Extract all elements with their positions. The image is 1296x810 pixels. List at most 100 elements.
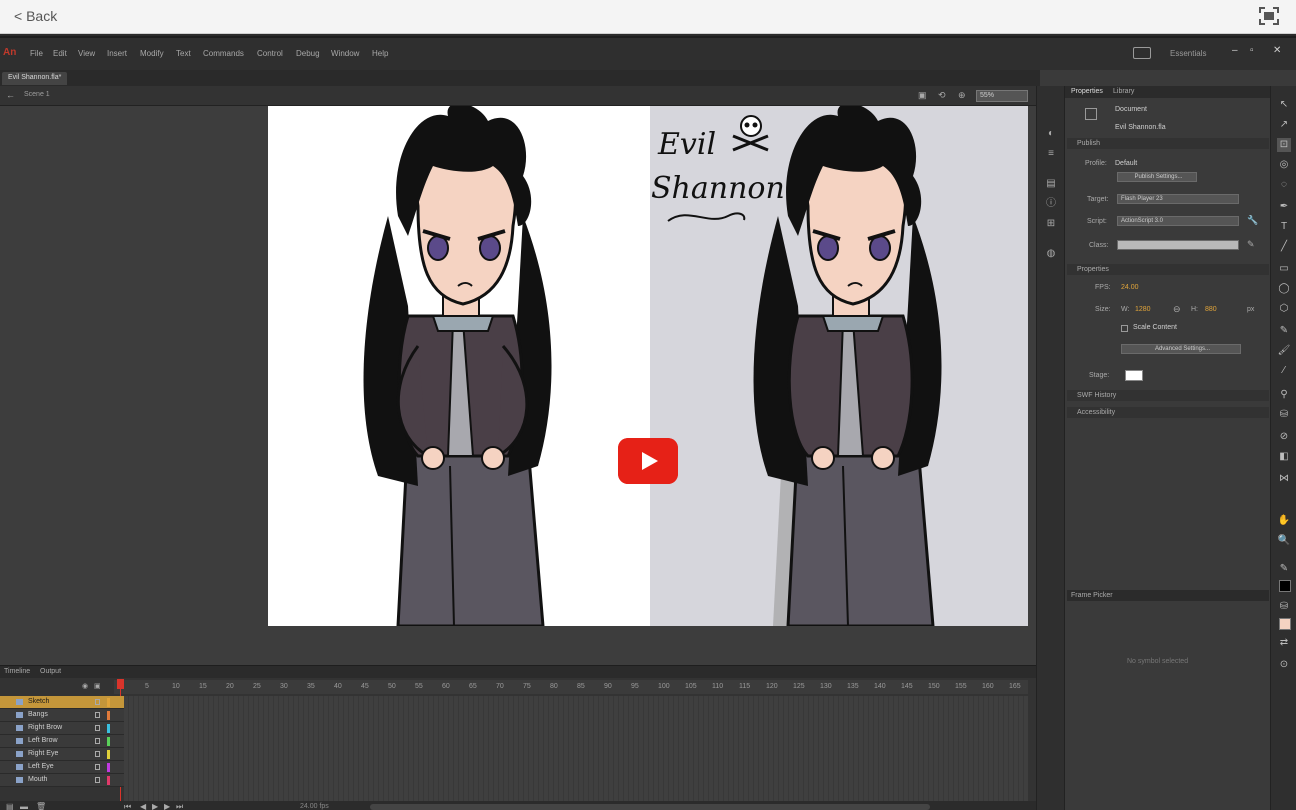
menu-modify[interactable]: Modify (140, 49, 164, 58)
back-arrow-icon[interactable]: ← (6, 90, 15, 100)
snap-to-objects-icon[interactable]: ⊙ (1277, 658, 1291, 672)
pencil-icon[interactable]: ✎ (1247, 239, 1255, 250)
oval-tool-icon[interactable]: ◯ (1277, 282, 1291, 296)
bone-tool-icon[interactable]: ⚲ (1277, 388, 1291, 402)
properties-section[interactable]: Properties (1067, 264, 1269, 275)
layer-lock-icon[interactable] (95, 699, 100, 705)
stage-canvas[interactable]: Evil Shannon (268, 106, 1028, 626)
layer-row[interactable]: Right Brow (0, 722, 124, 735)
frame-ruler[interactable]: 1510152025303540455055606570758085909510… (114, 680, 1028, 694)
tab-output[interactable]: Output (40, 668, 61, 675)
close-icon[interactable]: ✕ (1273, 45, 1281, 56)
layer-row[interactable]: Bangs (0, 709, 124, 722)
menu-control[interactable]: Control (257, 49, 283, 58)
layer-outline-color[interactable] (107, 776, 110, 785)
fill-color-swatch[interactable] (1279, 618, 1291, 630)
layer-lock-icon[interactable] (95, 751, 100, 757)
menu-window[interactable]: Window (331, 49, 359, 58)
new-layer-icon[interactable]: ▤ (6, 802, 14, 810)
layer-lock-icon[interactable] (95, 712, 100, 718)
layer-lock-icon[interactable] (95, 764, 100, 770)
center-stage-icon[interactable]: ⊕ (958, 90, 966, 101)
align-panel-icon[interactable]: ≡ (1045, 148, 1057, 160)
workspace-layout-icon[interactable] (1133, 47, 1151, 59)
prev-frame-icon[interactable]: ◀ (140, 802, 146, 810)
selection-tool-icon[interactable]: ↖ (1277, 98, 1291, 112)
line-tool-icon[interactable]: ╱ (1277, 240, 1291, 254)
play-icon[interactable]: ▶ (152, 802, 158, 810)
clip-icon[interactable]: ▣ (918, 90, 927, 101)
last-frame-icon[interactable]: ⏭ (176, 802, 183, 810)
publish-settings-button[interactable]: Publish Settings... (1117, 172, 1197, 182)
wrench-icon[interactable]: 🔧 (1247, 215, 1258, 226)
link-icon[interactable]: ⊖ (1173, 304, 1181, 315)
minimize-icon[interactable]: – (1232, 45, 1238, 56)
hand-tool-icon[interactable]: ✋ (1277, 514, 1291, 528)
layer-outline-color[interactable] (107, 750, 110, 759)
workspace-dropdown[interactable]: Essentials (1170, 49, 1206, 58)
menu-help[interactable]: Help (372, 49, 388, 58)
layer-outline-color[interactable] (107, 698, 110, 707)
frame-grid[interactable] (124, 696, 1028, 802)
tab-library[interactable]: Library (1113, 88, 1134, 95)
zoom-dropdown[interactable]: 55% (976, 90, 1028, 102)
paint-brush-tool-icon[interactable]: 🖌 (1277, 344, 1291, 358)
tab-properties[interactable]: Properties (1071, 88, 1103, 95)
subselection-tool-icon[interactable]: ↗ (1277, 118, 1291, 132)
layer-outline-color[interactable] (107, 711, 110, 720)
menu-file[interactable]: File (30, 49, 43, 58)
timeline-scrollbar[interactable] (370, 804, 930, 810)
tab-timeline[interactable]: Timeline (4, 668, 30, 675)
width-tool-icon[interactable]: ⋈ (1277, 472, 1291, 486)
back-button[interactable]: < Back (14, 8, 57, 24)
menu-debug[interactable]: Debug (296, 49, 320, 58)
rectangle-tool-icon[interactable]: ▭ (1277, 262, 1291, 276)
fill-color-icon[interactable]: ⛁ (1277, 600, 1291, 614)
eye-icon[interactable]: ◉ (82, 682, 88, 690)
new-folder-icon[interactable]: ▬ (20, 802, 28, 810)
brush-tool-icon[interactable]: ⁄ (1277, 364, 1291, 378)
class-input[interactable] (1117, 240, 1239, 250)
document-tab[interactable]: Evil Shannon.fla* (2, 72, 68, 85)
layer-row[interactable]: Mouth (0, 774, 124, 787)
layer-outline-color[interactable] (107, 724, 110, 733)
components-panel-icon[interactable]: ◍ (1045, 248, 1057, 260)
height-value[interactable]: 880 (1205, 306, 1217, 313)
first-frame-icon[interactable]: ⏮ (124, 802, 131, 810)
menu-edit[interactable]: Edit (53, 49, 67, 58)
text-tool-icon[interactable]: T (1277, 220, 1291, 234)
menu-insert[interactable]: Insert (107, 49, 127, 58)
3d-rotation-tool-icon[interactable]: ◎ (1277, 158, 1291, 172)
next-frame-icon[interactable]: ▶ (164, 802, 170, 810)
accessibility-section[interactable]: Accessibility (1067, 407, 1269, 418)
layer-row[interactable]: Sketch (0, 696, 124, 709)
pencil-tool-icon[interactable]: ✎ (1277, 324, 1291, 338)
advanced-settings-button[interactable]: Advanced Settings... (1121, 344, 1241, 354)
target-dropdown[interactable]: Flash Player 23 (1117, 194, 1239, 204)
fullscreen-icon[interactable] (1258, 6, 1280, 26)
fps-value[interactable]: 24.00 (1121, 284, 1139, 291)
info-panel-icon[interactable]: ⓘ (1045, 198, 1057, 210)
play-button-icon[interactable] (618, 438, 678, 484)
stage-color-swatch[interactable] (1125, 370, 1143, 381)
eraser-tool-icon[interactable]: ◧ (1277, 450, 1291, 464)
transform-panel-icon[interactable]: ⊞ (1045, 218, 1057, 230)
script-dropdown[interactable]: ActionScript 3.0 (1117, 216, 1239, 226)
swap-colors-icon[interactable]: ⇄ (1277, 636, 1291, 650)
library-panel-icon[interactable]: ▤ (1045, 178, 1057, 190)
width-value[interactable]: 1280 (1135, 306, 1151, 313)
lasso-tool-icon[interactable]: ◌ (1277, 178, 1291, 192)
layer-lock-icon[interactable] (95, 777, 100, 783)
layer-row[interactable]: Right Eye (0, 748, 124, 761)
layer-outline-color[interactable] (107, 763, 110, 772)
color-panel-icon[interactable]: ◐ (1045, 128, 1057, 140)
paint-bucket-tool-icon[interactable]: ⛁ (1277, 408, 1291, 422)
publish-section[interactable]: Publish (1067, 138, 1269, 149)
layer-lock-icon[interactable] (95, 725, 100, 731)
menu-commands[interactable]: Commands (203, 49, 244, 58)
scale-content-checkbox[interactable] (1121, 325, 1128, 332)
stroke-color-swatch[interactable] (1279, 580, 1291, 592)
pen-tool-icon[interactable]: ✒ (1277, 200, 1291, 214)
eyedropper-tool-icon[interactable]: ⊘ (1277, 430, 1291, 444)
polystar-tool-icon[interactable]: ⬡ (1277, 302, 1291, 316)
